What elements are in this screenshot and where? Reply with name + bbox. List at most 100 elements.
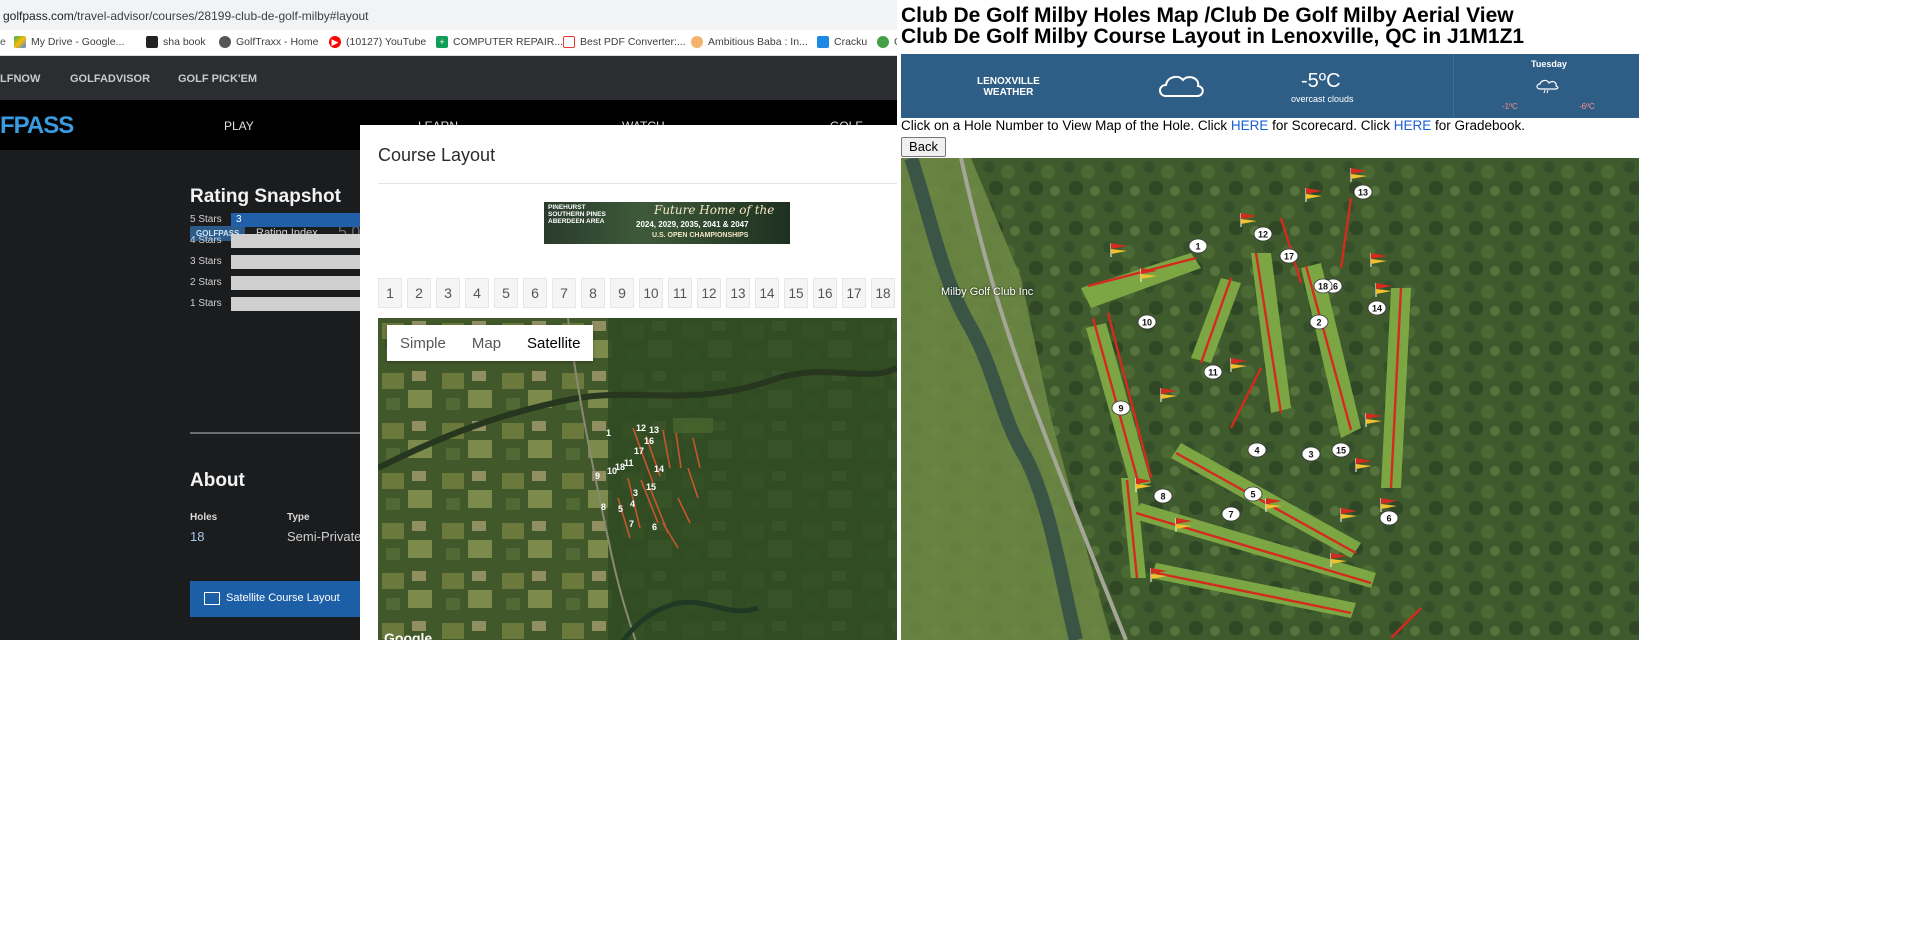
pinehurst-ad-banner[interactable]: PINEHURST SOUTHERN PINES ABERDEEN AREA Fut… [544, 202, 790, 244]
hole-marker-label[interactable]: 12 [1258, 230, 1268, 240]
url-domain: golfpass.com [3, 9, 74, 23]
map-hole-marker[interactable]: 18 [615, 462, 625, 472]
hole-button-9[interactable]: 9 [610, 278, 634, 308]
map-hole-marker[interactable]: 9 [595, 471, 600, 481]
hole-marker-label[interactable]: 10 [1142, 318, 1152, 328]
map-hole-marker[interactable]: 7 [629, 519, 634, 529]
hole-marker-label[interactable]: 1 [1195, 242, 1200, 252]
hole-button-8[interactable]: 8 [581, 278, 605, 308]
hole-marker-label[interactable]: 17 [1284, 252, 1294, 262]
hole-button-2[interactable]: 2 [407, 278, 431, 308]
hole-marker-label[interactable]: 4 [1254, 446, 1259, 456]
map-hole-marker[interactable]: 15 [646, 482, 656, 492]
nav-golf-pickem[interactable]: GOLF PICK'EM [178, 73, 257, 85]
bookmark-youtube[interactable]: ▶ (10127) YouTube [329, 36, 426, 48]
aerial-course-map[interactable]: 1 2 3 4 5 6 7 8 9 10 11 12 13 14 15 16 17 18 Milby Golf C… [901, 158, 1639, 640]
map-hole-marker[interactable]: 11 [624, 458, 634, 468]
hole-button-10[interactable]: 10 [639, 278, 663, 308]
type-value: Semi-Private [287, 529, 362, 544]
forecast-day: Tuesday [1531, 59, 1567, 69]
map-hole-marker[interactable]: 12 [636, 423, 646, 433]
hole-marker-label[interactable]: 11 [1208, 368, 1218, 378]
satellite-map[interactable]: 1 12 13 16 17 11 9 10 18 14 15 3 4 8 5 7 6 Simple Map Sa… [378, 318, 897, 640]
hole-marker-label[interactable]: 5 [1250, 490, 1255, 500]
hole-button-16[interactable]: 16 [813, 278, 837, 308]
map-icon [204, 592, 220, 605]
hole-button-15[interactable]: 15 [784, 278, 808, 308]
bookmark-pdf-converter[interactable]: Best PDF Converter:... [563, 36, 686, 48]
golf-ball-icon [219, 36, 231, 48]
hole-button-17[interactable]: 17 [842, 278, 866, 308]
bookmark-label: (10127) YouTube [346, 36, 427, 48]
nav-golfadvisor[interactable]: GOLFADVISOR [70, 73, 150, 85]
map-hole-marker[interactable]: 14 [654, 464, 664, 474]
hole-button-6[interactable]: 6 [523, 278, 547, 308]
hole-button-1[interactable]: 1 [378, 278, 402, 308]
hole-button-18[interactable]: 18 [871, 278, 895, 308]
map-hole-marker[interactable]: 1 [606, 428, 611, 438]
rating-snapshot-title: Rating Snapshot [190, 186, 341, 207]
nav-play[interactable]: PLAY [224, 119, 254, 133]
map-hole-marker[interactable]: 13 [649, 425, 659, 435]
gradebook-link[interactable]: HERE [1394, 118, 1432, 133]
page-subtitle: Club De Golf Milby Course Layout in Leno… [901, 25, 1525, 48]
bookmark-my-drive[interactable]: My Drive - Google... [14, 36, 124, 48]
hole-marker-label[interactable]: 2 [1316, 318, 1321, 328]
scorecard-link[interactable]: HERE [1231, 118, 1269, 133]
hole-marker-label[interactable]: 14 [1372, 304, 1382, 314]
golfpass-logo[interactable]: FPASS [0, 112, 74, 140]
bookmark-item[interactable]: e [0, 36, 6, 48]
hole-button-13[interactable]: 13 [726, 278, 750, 308]
address-bar[interactable]: golfpass.com/travel-advisor/courses/2819… [0, 0, 897, 30]
ad-tagline: Future Home of the [654, 203, 775, 217]
bookmark-computer-repair[interactable]: + COMPUTER REPAIR... [436, 36, 563, 48]
hole-marker-label[interactable]: 15 [1336, 446, 1346, 456]
hole-marker-label[interactable]: 18 [1318, 282, 1328, 292]
golf-club-map-label: Milby Golf Club Inc [941, 286, 1034, 298]
hole-button-11[interactable]: 11 [668, 278, 692, 308]
google-attribution: Google [384, 630, 433, 640]
bookmark-golftraxx[interactable]: GolfTraxx - Home [219, 36, 318, 48]
map-tab-simple[interactable]: Simple [387, 325, 459, 361]
map-hole-marker[interactable]: 8 [601, 502, 606, 512]
map-tab-map[interactable]: Map [459, 325, 514, 361]
hole-marker-label[interactable]: 9 [1118, 404, 1123, 414]
hole-marker-label[interactable]: 6 [1386, 514, 1391, 524]
bookmark-label: Cracku [834, 36, 868, 48]
sheets-icon: + [436, 36, 448, 48]
map-hole-marker[interactable]: 4 [630, 499, 635, 509]
forecast-low: -6ºC [1579, 102, 1595, 111]
map-hole-marker[interactable]: 17 [634, 446, 644, 456]
hole-marker-label[interactable]: 3 [1308, 450, 1313, 460]
map-tab-satellite[interactable]: Satellite [514, 325, 593, 361]
map-hole-marker[interactable]: 3 [633, 488, 638, 498]
button-label: Satellite Course Layout [226, 592, 340, 604]
hole-marker-label[interactable]: 8 [1160, 492, 1165, 502]
map-hole-marker[interactable]: 16 [644, 436, 654, 446]
bookmark-ambitious-baba[interactable]: Ambitious Baba : In... [691, 36, 808, 48]
map-hole-marker[interactable]: 6 [652, 522, 657, 532]
back-button[interactable]: Back [901, 137, 946, 157]
star-row-label: 5 Stars [190, 214, 222, 225]
bookmark-cracku[interactable]: Cracku [817, 36, 867, 48]
hole-marker-label[interactable]: 13 [1358, 188, 1368, 198]
hole-button-12[interactable]: 12 [697, 278, 721, 308]
hole-button-7[interactable]: 7 [552, 278, 576, 308]
bookmark-label: GolfTraxx - Home [236, 36, 319, 48]
network-nav: LFNOW GOLFADVISOR GOLF PICK'EM [0, 56, 897, 100]
forecast-low: -1ºC [1502, 102, 1518, 111]
hole-marker-label[interactable]: 7 [1228, 510, 1233, 520]
bookmark-g[interactable]: G [877, 36, 897, 48]
hole-button-5[interactable]: 5 [494, 278, 518, 308]
nav-golfnow[interactable]: LFNOW [0, 73, 40, 85]
star-row-label: 4 Stars [190, 235, 222, 246]
bookmark-sha-book[interactable]: sha book [146, 36, 206, 48]
map-hole-marker[interactable]: 5 [618, 504, 623, 514]
hole-button-14[interactable]: 14 [755, 278, 779, 308]
satellite-course-layout-button[interactable]: Satellite Course Layout [190, 581, 360, 617]
instructions-text: Click on a Hole Number to View Map of th… [901, 118, 1526, 133]
hole-button-3[interactable]: 3 [436, 278, 460, 308]
weather-widget[interactable]: LENOXVILLE WEATHER -5ºC overcast clouds T… [901, 54, 1639, 118]
golfpass-browser-window: golfpass.com/travel-advisor/courses/2819… [0, 0, 897, 640]
hole-button-4[interactable]: 4 [465, 278, 489, 308]
